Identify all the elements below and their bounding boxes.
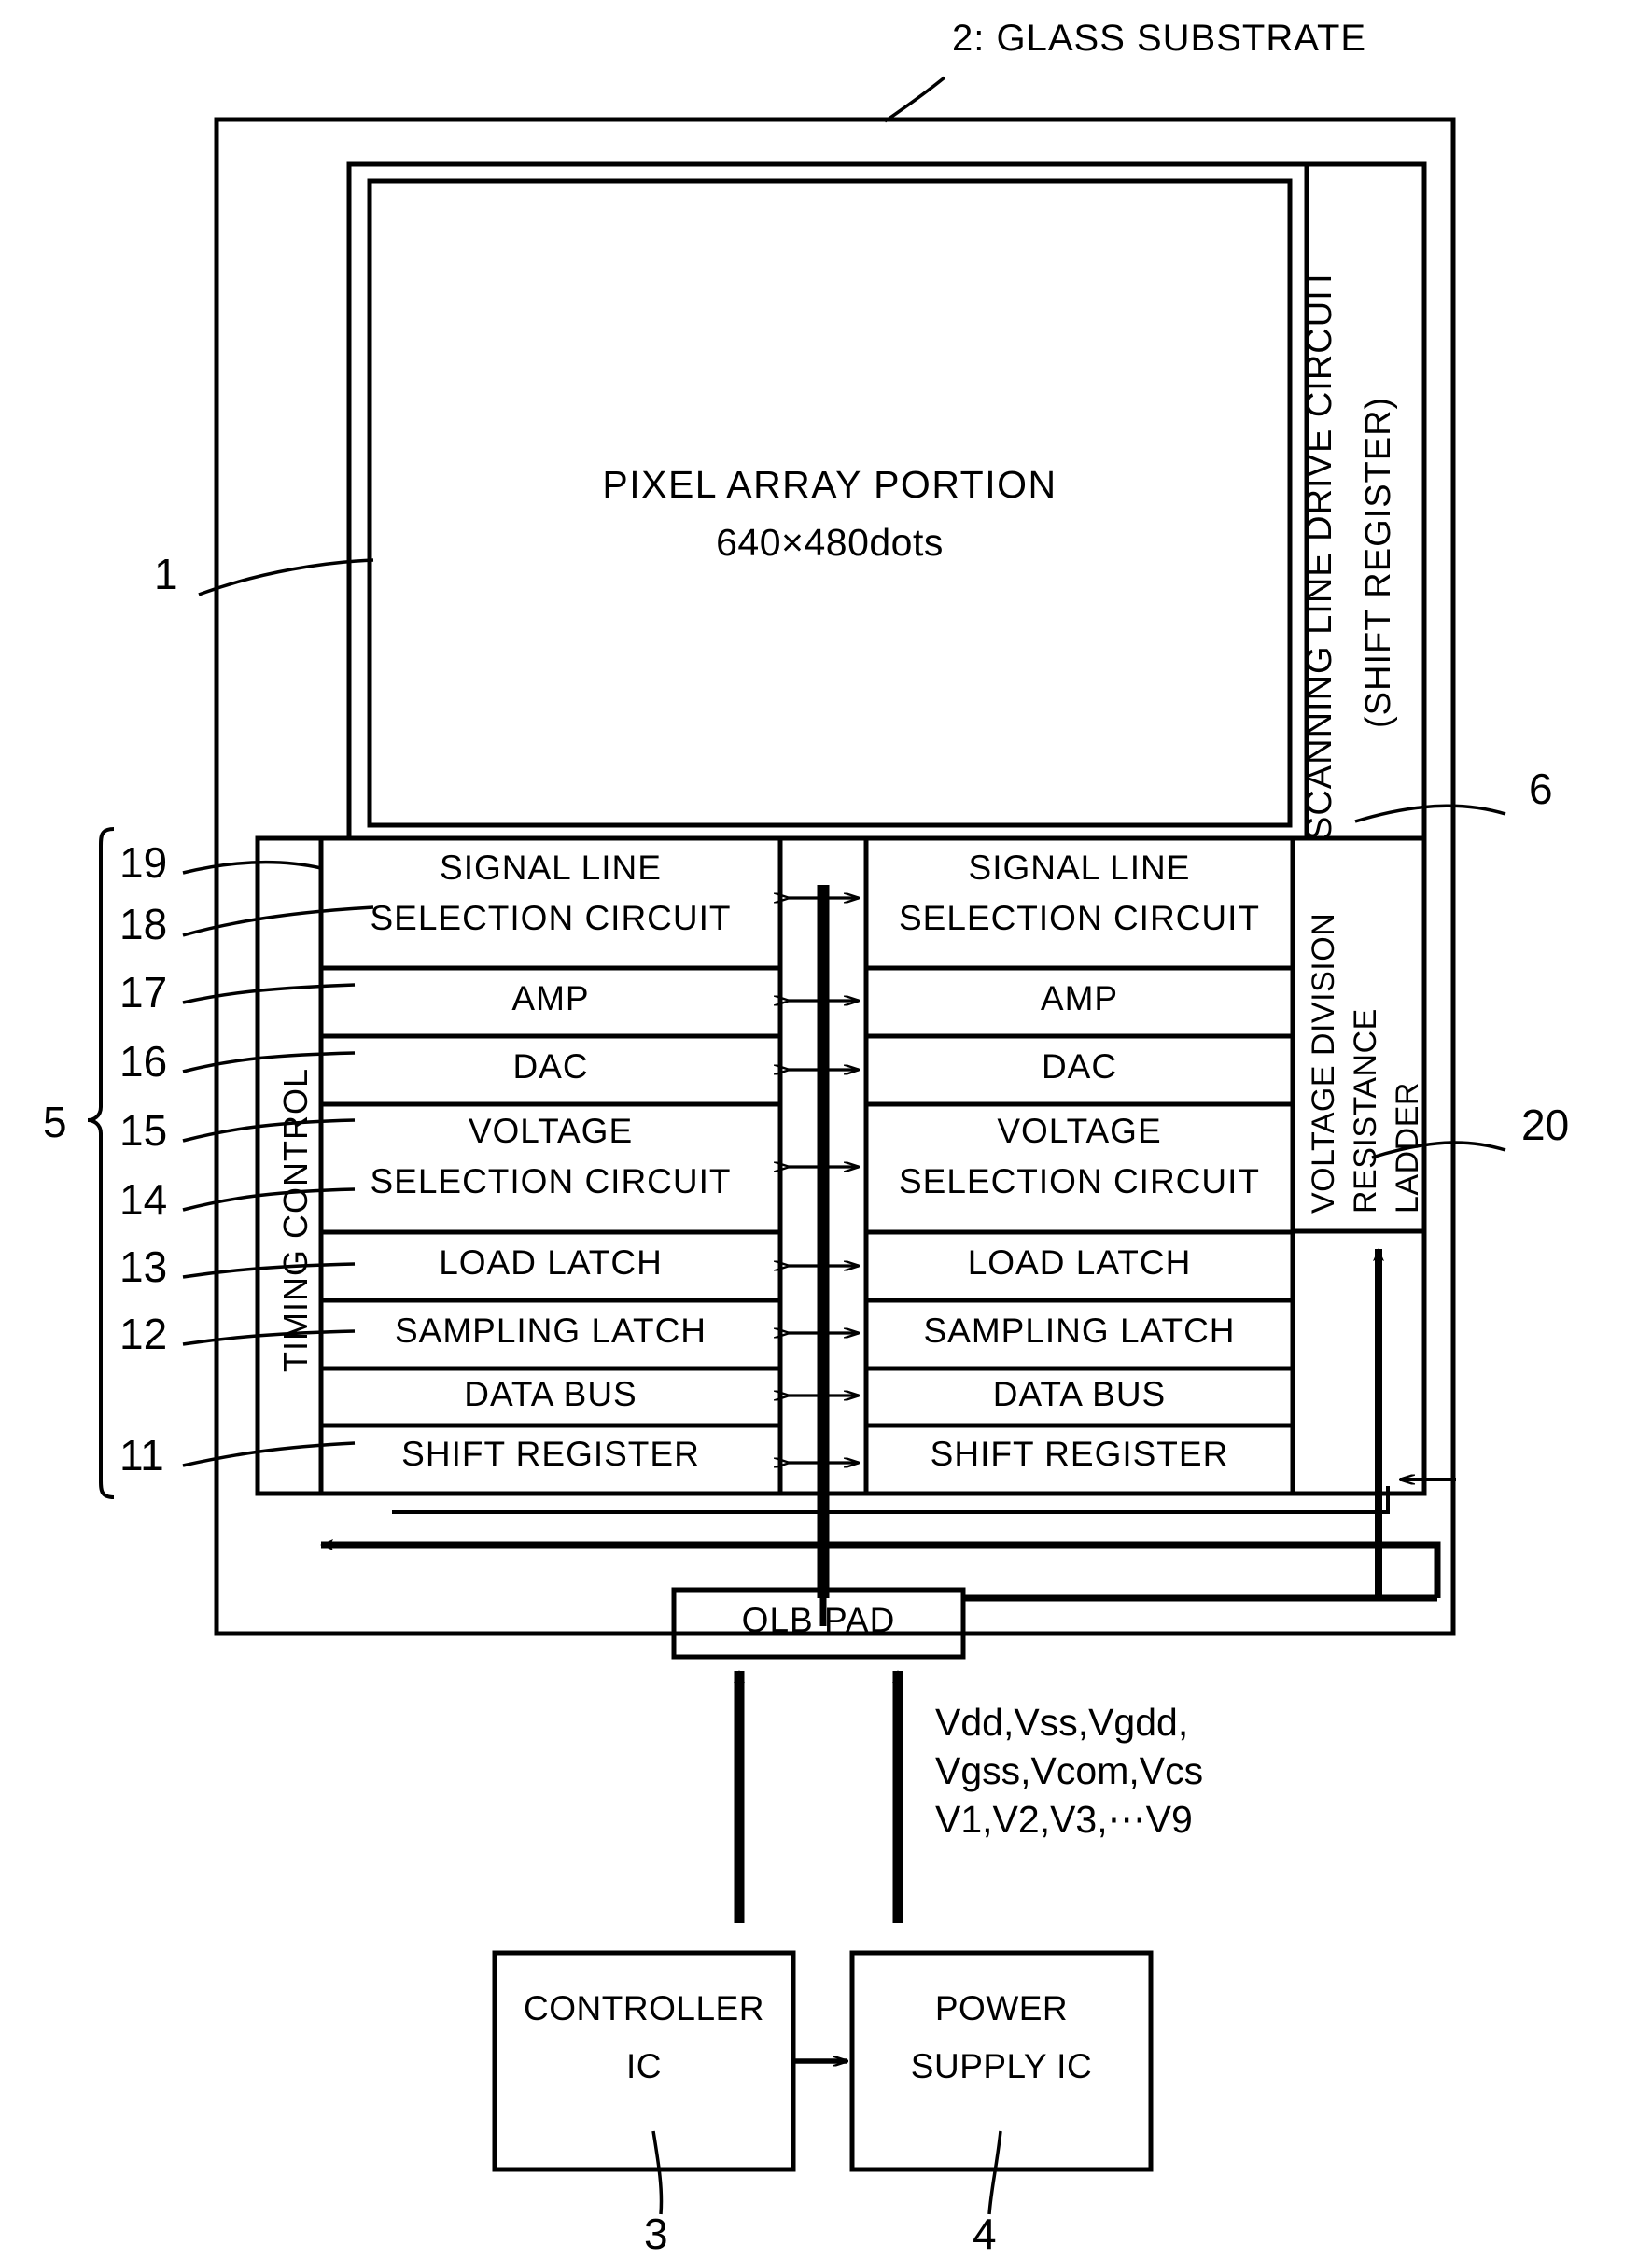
row-label-data-bus-left: DATA BUS <box>464 1375 637 1413</box>
ref-label-5: 5 <box>43 1098 67 1146</box>
row-label-voltage-selection-left-b: SELECTION CIRCUIT <box>370 1162 732 1200</box>
pixel-array-title: PIXEL ARRAY PORTION <box>602 463 1057 506</box>
voltage-ladder-line1: VOLTAGE DIVISION <box>1306 912 1341 1214</box>
feedback-upper-return <box>392 1486 1390 1514</box>
row-label-shift-register-left: SHIFT REGISTER <box>401 1435 700 1473</box>
power-signals-line2: Vgss,Vcom,Vcs <box>935 1749 1204 1792</box>
row-label-data-bus-right: DATA BUS <box>992 1375 1167 1413</box>
row-label-shift-register-right: SHIFT REGISTER <box>930 1435 1229 1473</box>
scanning-line-drive-shift-register-label: (SHIFT REGISTER) <box>1359 396 1398 728</box>
row-label-load-latch-left: LOAD LATCH <box>439 1243 663 1282</box>
row-label-signal-line-selection-right-b: SELECTION CIRCUIT <box>898 899 1261 937</box>
row-label-load-latch-right: LOAD LATCH <box>967 1243 1192 1282</box>
power-supply-ic-label-line1: POWER <box>934 1989 1069 2027</box>
row-label-amp-left: AMP <box>511 979 590 1017</box>
ref-label-1: 1 <box>154 550 178 598</box>
ref-label-17: 17 <box>119 968 168 1017</box>
power-supply-ic-label-line2: SUPPLY IC <box>910 2047 1093 2085</box>
voltage-ladder-line3: LADDER <box>1390 1082 1425 1214</box>
scanning-line-drive-circuit-label: SCANNING LINE DRIVE CIRCUIT <box>1300 267 1339 840</box>
ref-label-19: 19 <box>119 838 168 887</box>
ref-label-3: 3 <box>644 2210 668 2258</box>
row-label-sampling-latch-left: SAMPLING LATCH <box>394 1312 707 1350</box>
glass-substrate-leader <box>883 76 946 123</box>
row-label-signal-line-selection-left-a: SIGNAL LINE <box>440 849 662 887</box>
ref-label-16: 16 <box>119 1037 168 1086</box>
power-signals-line3: V1,V2,V3,⋯V9 <box>935 1798 1193 1841</box>
row-label-signal-line-selection-left-b: SELECTION CIRCUIT <box>370 899 732 937</box>
row-label-voltage-selection-right-b: SELECTION CIRCUIT <box>898 1162 1261 1200</box>
ref-label-20: 20 <box>1521 1101 1570 1149</box>
row-label-voltage-selection-left-a: VOLTAGE <box>468 1112 634 1150</box>
ref6-leader <box>1354 804 1506 823</box>
pixel-array-resolution: 640×480dots <box>716 521 944 564</box>
olb-pad-label: OLB PAD <box>741 1601 896 1639</box>
ref-label-12: 12 <box>119 1310 168 1358</box>
voltage-ladder-line2: RESISTANCE <box>1348 1008 1383 1214</box>
ref3-leader <box>651 2130 664 2215</box>
ref-label-18: 18 <box>119 900 168 948</box>
ref-label-11: 11 <box>119 1431 164 1480</box>
row-label-sampling-latch-right: SAMPLING LATCH <box>923 1312 1236 1350</box>
controller-ic-label-line1: CONTROLLER <box>524 1989 764 2027</box>
row-label-voltage-selection-right-a: VOLTAGE <box>997 1112 1162 1150</box>
ref-label-4: 4 <box>973 2210 997 2258</box>
row-label-signal-line-selection-right-a: SIGNAL LINE <box>968 849 1191 887</box>
ref4-leader <box>987 2130 1002 2215</box>
row-label-amp-right: AMP <box>1040 979 1119 1017</box>
power-signals-line1: Vdd,Vss,Vgdd, <box>935 1701 1189 1744</box>
timing-control-label: TIMING CONTROL <box>276 1068 315 1372</box>
row-label-dac-left: DAC <box>512 1047 589 1086</box>
ref-label-14: 14 <box>119 1175 168 1224</box>
group5-brace <box>87 827 115 1499</box>
ref19-leader <box>182 860 322 875</box>
ref-label-6: 6 <box>1529 765 1553 813</box>
row-label-dac-right: DAC <box>1041 1047 1118 1086</box>
ref-label-13: 13 <box>119 1242 168 1291</box>
controller-ic-label-line2: IC <box>626 2047 662 2085</box>
ref-label-15: 15 <box>119 1106 168 1155</box>
glass-substrate-callout: 2: GLASS SUBSTRATE <box>952 18 1367 59</box>
